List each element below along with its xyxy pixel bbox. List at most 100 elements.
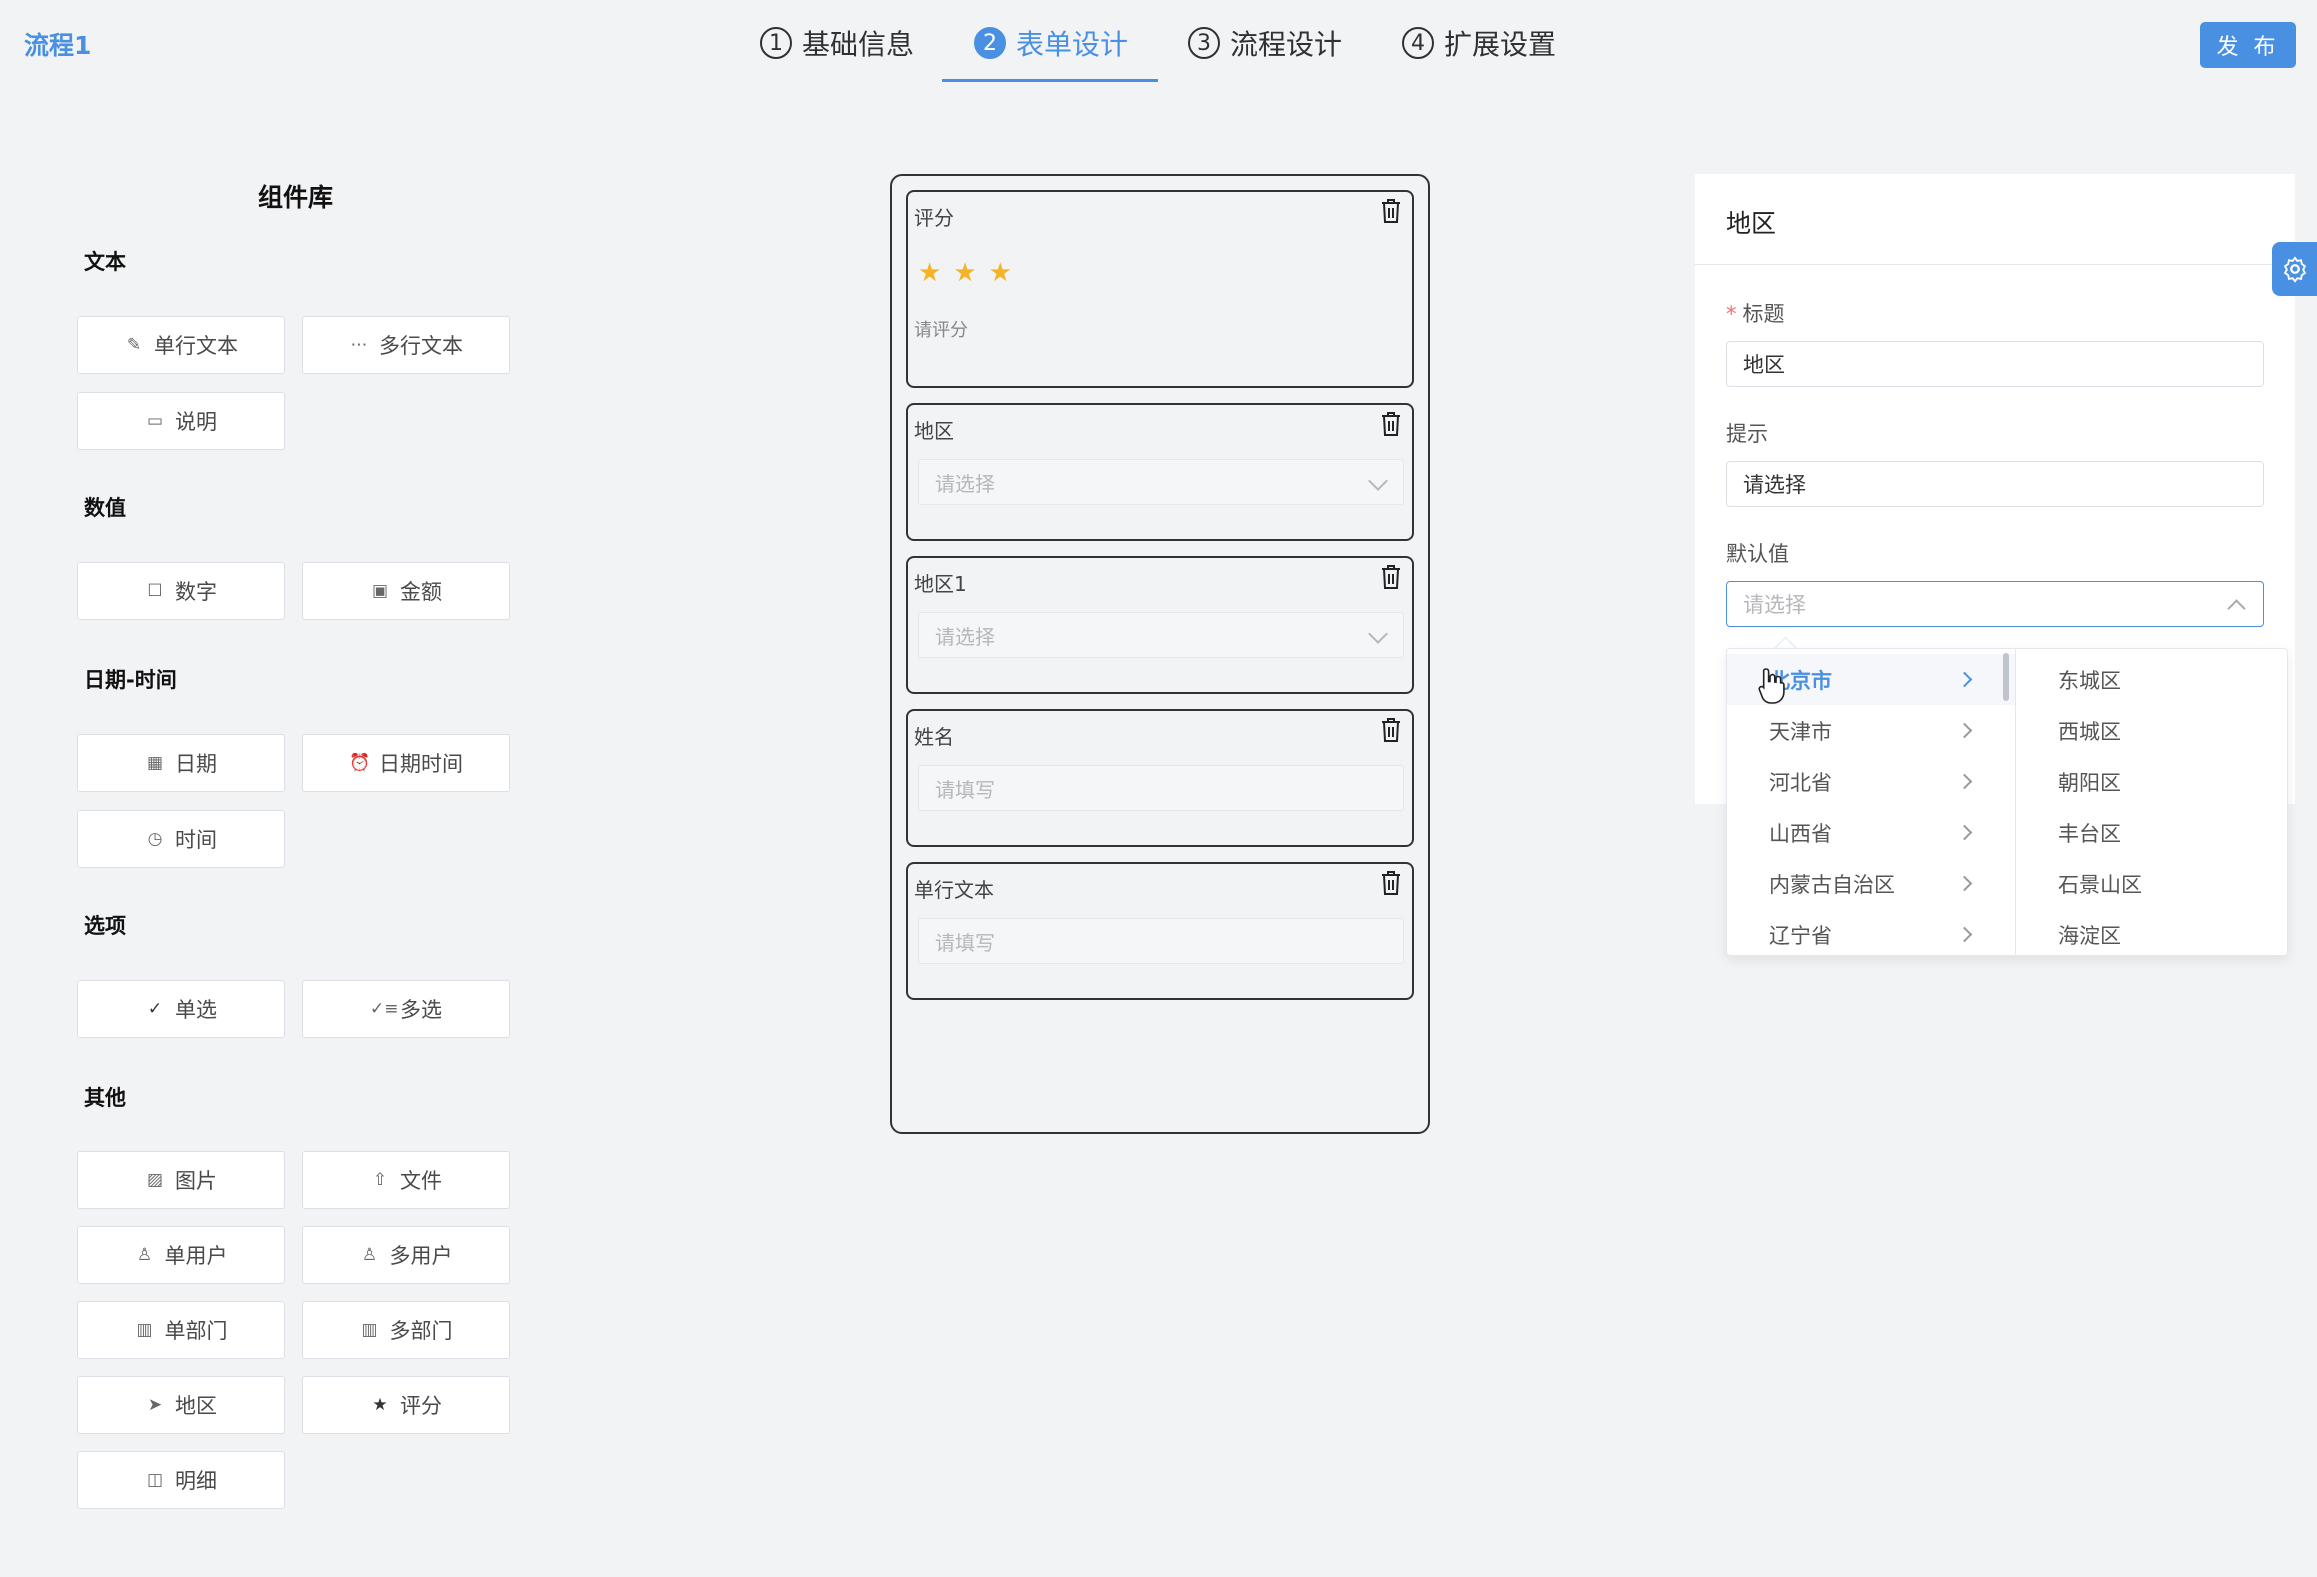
briefcase-icon: ◫ [146, 1470, 164, 1490]
ellipsis-icon: ⋯ [350, 335, 368, 355]
palette-item-datetime[interactable]: ⏰ 日期时间 [302, 734, 510, 792]
palette-item-image[interactable]: ▨ 图片 [77, 1151, 285, 1209]
cascader-option-province[interactable]: 辽宁省 [1727, 909, 2015, 955]
step-label: 扩展设置 [1444, 28, 1557, 61]
palette-item-multi-line-text[interactable]: ⋯ 多行文本 [302, 316, 510, 374]
palette-item-description[interactable]: ▭ 说明 [77, 392, 285, 450]
step-extension-settings[interactable]: 4 扩展设置 [1402, 22, 1556, 64]
palette-item-amount[interactable]: ▣ 金额 [302, 562, 510, 620]
field-label: 单行文本 [914, 878, 994, 902]
title-label-text: 标题 [1742, 302, 1785, 326]
palette-item-multi-dept[interactable]: ▥ 多部门 [302, 1301, 510, 1359]
star-icon[interactable]: ★ [953, 258, 976, 288]
title-input[interactable]: 地区 [1726, 341, 2264, 387]
rating-stars[interactable]: ★ ★ ★ [918, 258, 1024, 288]
star-icon: ★ [372, 1395, 388, 1415]
single-line-text-input[interactable]: 请填写 [918, 918, 1404, 964]
chevron-right-icon [1956, 875, 1973, 892]
flow-title: 流程1 [24, 31, 92, 60]
input-placeholder: 请填写 [935, 777, 995, 802]
palette-item-single-dept[interactable]: ▥ 单部门 [77, 1301, 285, 1359]
chevron-up-icon [2227, 599, 2246, 618]
trash-icon[interactable] [1380, 717, 1402, 743]
palette-item-rating[interactable]: ★ 评分 [302, 1376, 510, 1434]
cascader-option-province[interactable]: 天津市 [1727, 705, 2015, 756]
form-field-region[interactable]: 地区 请选择 [906, 403, 1414, 541]
trash-icon[interactable] [1380, 411, 1402, 437]
cascader-option-district[interactable]: 石景山区 [2016, 858, 2286, 909]
stopwatch-icon: ◷ [147, 829, 163, 849]
settings-toggle-button[interactable] [2272, 242, 2317, 296]
step-label: 基础信息 [802, 28, 915, 61]
option-label: 辽宁省 [1769, 923, 1832, 948]
palette-item-date[interactable]: ▦ 日期 [77, 734, 285, 792]
trash-icon[interactable] [1380, 564, 1402, 590]
palette-item-single-user[interactable]: ♙ 单用户 [77, 1226, 285, 1284]
cascader-option-district[interactable]: 东城区 [2016, 654, 2286, 705]
palette-item-label: 单选 [175, 998, 217, 1022]
step-basic-info[interactable]: 1 基础信息 [760, 22, 914, 64]
district-column: 东城区 西城区 朝阳区 丰台区 石景山区 海淀区 [2016, 649, 2286, 955]
palette-item-single-line-text[interactable]: ✎ 单行文本 [77, 316, 285, 374]
palette-item-label: 说明 [175, 410, 217, 434]
palette-item-label: 单用户 [164, 1244, 228, 1268]
step-form-design[interactable]: 2 表单设计 [942, 22, 1159, 82]
edit-icon: ☐ [147, 581, 163, 601]
form-field-region1[interactable]: 地区1 请选择 [906, 556, 1414, 694]
check-icon: ✓ [147, 999, 163, 1019]
hint-input[interactable]: 请选择 [1726, 461, 2264, 507]
palette-item-number[interactable]: ☐ 数字 [77, 562, 285, 620]
star-icon[interactable]: ★ [989, 258, 1012, 288]
step-number: 1 [760, 27, 792, 59]
palette-item-multi-user[interactable]: ♙ 多用户 [302, 1226, 510, 1284]
step-number: 2 [974, 27, 1007, 59]
chevron-down-icon [1368, 471, 1388, 491]
property-panel-title: 地区 [1726, 209, 1777, 238]
comment-icon: ▭ [146, 411, 164, 431]
building-icon: ▥ [136, 1320, 153, 1340]
select-placeholder: 请选择 [1743, 593, 1806, 617]
default-value-select[interactable]: 请选择 [1726, 581, 2264, 627]
palette-item-multi-choice[interactable]: ✓≡ 多选 [302, 980, 510, 1038]
form-field-rating[interactable]: 评分 ★ ★ ★ 请评分 [906, 190, 1414, 388]
palette-item-detail[interactable]: ◫ 明细 [77, 1451, 285, 1509]
group-title-options: 选项 [84, 914, 126, 938]
cascader-option-district[interactable]: 丰台区 [2016, 807, 2286, 858]
cascader-option-district[interactable]: 海淀区 [2016, 909, 2286, 955]
region1-select[interactable]: 请选择 [918, 612, 1404, 658]
cascader-option-province[interactable]: 山西省 [1727, 807, 2015, 858]
user-icon: ♙ [361, 1245, 378, 1265]
form-field-name[interactable]: 姓名 请填写 [906, 709, 1414, 847]
publish-button[interactable]: 发 布 [2200, 22, 2296, 68]
star-icon[interactable]: ★ [918, 258, 941, 288]
region-select[interactable]: 请选择 [918, 459, 1404, 505]
default-value-label: 默认值 [1726, 542, 1789, 566]
palette-item-label: 日期 [175, 752, 217, 776]
option-label: 天津市 [1769, 719, 1832, 744]
palette-item-single-choice[interactable]: ✓ 单选 [77, 980, 285, 1038]
name-input[interactable]: 请填写 [918, 765, 1404, 811]
input-placeholder: 请填写 [935, 930, 995, 955]
palette-item-file[interactable]: ⇧ 文件 [302, 1151, 510, 1209]
palette-item-label: 评分 [400, 1394, 442, 1418]
palette-item-label: 多用户 [389, 1244, 453, 1268]
location-arrow-icon: ➤ [147, 1395, 163, 1415]
cascader-option-province[interactable]: 内蒙古自治区 [1727, 858, 2015, 909]
scrollbar-thumb[interactable] [2003, 653, 2009, 701]
step-flow-design[interactable]: 3 流程设计 [1188, 22, 1342, 64]
option-label: 内蒙古自治区 [1769, 872, 1895, 897]
building-icon: ▥ [361, 1320, 378, 1340]
image-icon: ▨ [146, 1170, 164, 1190]
trash-icon[interactable] [1380, 198, 1402, 224]
form-field-single-line-text[interactable]: 单行文本 请填写 [906, 862, 1414, 1000]
palette-item-label: 图片 [175, 1169, 217, 1193]
cascader-option-province[interactable]: 河北省 [1727, 756, 2015, 807]
palette-item-time[interactable]: ◷ 时间 [77, 810, 285, 868]
cascader-option-district[interactable]: 朝阳区 [2016, 756, 2286, 807]
cascader-option-district[interactable]: 西城区 [2016, 705, 2286, 756]
chevron-right-icon [1956, 824, 1973, 841]
calendar-icon: ▦ [146, 753, 164, 773]
trash-icon[interactable] [1380, 870, 1402, 896]
group-title-datetime: 日期-时间 [84, 668, 177, 692]
palette-item-region[interactable]: ➤ 地区 [77, 1376, 285, 1434]
